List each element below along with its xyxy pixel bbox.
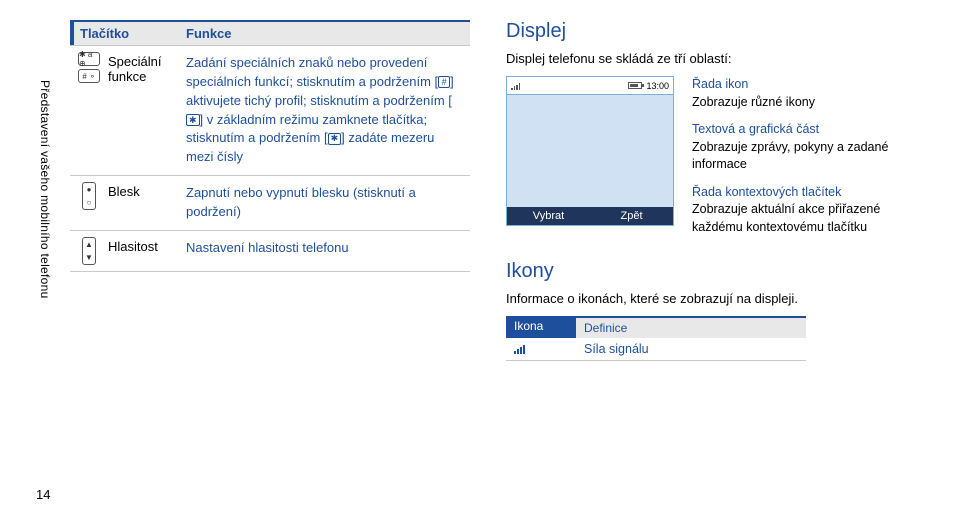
- th-button: Tlačítko: [70, 20, 180, 45]
- mini-cell-icon: [506, 338, 576, 360]
- signal-strength-icon: [514, 344, 525, 354]
- status-right: 13:00: [628, 81, 669, 91]
- row-label: Hlasitost: [104, 231, 180, 271]
- page-number: 14: [36, 487, 50, 502]
- mini-th-icon: Ikona: [506, 316, 576, 338]
- flash-on-icon: ●: [87, 185, 92, 194]
- phone-softkeys: Vybrat Zpět: [507, 207, 673, 225]
- signal-icon: [511, 82, 520, 90]
- hash-inline-icon: #: [438, 76, 450, 88]
- hash-key-icon: # ⚬: [78, 69, 100, 83]
- table-row: ● ○ Blesk Zapnutí nebo vypnutí blesku (s…: [70, 175, 470, 230]
- star-key-icon: ✱ a ⊕: [78, 52, 100, 66]
- legend-group: Řada ikon Zobrazuje různé ikony: [692, 76, 930, 111]
- mini-cell-def: Síla signálu: [576, 338, 806, 360]
- flash-key-icon: ● ○: [82, 182, 96, 210]
- row-label: Blesk: [104, 176, 180, 230]
- key-icons-cell: ▲ ▼: [70, 231, 104, 271]
- desc-text: Zadání speciálních znaků nebo provedení …: [186, 55, 438, 89]
- star-inline-icon: ✱: [186, 114, 200, 126]
- legend-title: Textová a grafická část: [692, 121, 930, 139]
- legend-title: Řada kontextových tlačítek: [692, 184, 930, 202]
- legend-desc: Zobrazuje zprávy, pokyny a zadané inform…: [692, 139, 930, 174]
- softkey-right: Zpět: [590, 207, 673, 225]
- phone-status-bar: 13:00: [507, 77, 673, 95]
- volume-key-icon: ▲ ▼: [82, 237, 96, 265]
- buttons-table: Tlačítko Funkce ✱ a ⊕ # ⚬ Speciální funk…: [70, 20, 470, 272]
- legend-desc: Zobrazuje různé ikony: [692, 94, 930, 112]
- row-label: Speciální funkce: [104, 46, 180, 175]
- display-explanation: 13:00 Vybrat Zpět Řada ikon Zobrazuje rů…: [506, 76, 930, 246]
- volume-up-icon: ▲: [85, 240, 93, 249]
- display-section: Displej Displej telefonu se skládá ze tř…: [506, 20, 930, 361]
- legend-group: Řada kontextových tlačítek Zobrazuje akt…: [692, 184, 930, 237]
- clock-time: 13:00: [646, 81, 669, 91]
- side-section-label: Představení vašeho mobilního telefonu: [38, 80, 52, 299]
- icons-heading: Ikony: [506, 260, 930, 283]
- mini-th-def: Definice: [576, 316, 806, 338]
- display-lead: Displej telefonu se skládá ze tří oblast…: [506, 51, 930, 66]
- table-header: Tlačítko Funkce: [70, 20, 470, 45]
- page-content: Tlačítko Funkce ✱ a ⊕ # ⚬ Speciální funk…: [70, 20, 930, 361]
- icons-lead: Informace o ikonách, které se zobrazují …: [506, 291, 930, 306]
- battery-icon: [628, 82, 642, 89]
- icons-mini-table: Ikona Definice Síla signálu: [506, 316, 806, 361]
- key-icons-cell: ✱ a ⊕ # ⚬: [70, 46, 104, 175]
- legend-desc: Zobrazuje aktuální akce přiřazené každém…: [692, 201, 930, 236]
- key-icons-cell: ● ○: [70, 176, 104, 230]
- phone-body-area: [507, 95, 673, 207]
- flash-off-icon: ○: [87, 198, 92, 207]
- legend-group: Textová a grafická část Zobrazuje zprávy…: [692, 121, 930, 174]
- row-description: Zapnutí nebo vypnutí blesku (stisknutí a…: [180, 176, 470, 230]
- star-inline-icon: ✱: [328, 133, 342, 145]
- buttons-table-section: Tlačítko Funkce ✱ a ⊕ # ⚬ Speciální funk…: [70, 20, 470, 361]
- mini-row: Síla signálu: [506, 338, 806, 361]
- row-description: Nastavení hlasitosti telefonu: [180, 231, 470, 271]
- th-function: Funkce: [180, 20, 470, 45]
- table-row: ✱ a ⊕ # ⚬ Speciální funkce Zadání speciá…: [70, 45, 470, 175]
- legend-title: Řada ikon: [692, 76, 930, 94]
- volume-down-icon: ▼: [85, 253, 93, 262]
- table-row: ▲ ▼ Hlasitost Nastavení hlasitosti telef…: [70, 230, 470, 272]
- display-legend: Řada ikon Zobrazuje různé ikony Textová …: [692, 76, 930, 246]
- row-description: Zadání speciálních znaků nebo provedení …: [180, 46, 470, 175]
- mini-header: Ikona Definice: [506, 316, 806, 338]
- softkey-left: Vybrat: [507, 207, 590, 225]
- display-heading: Displej: [506, 20, 930, 43]
- phone-display-mock: 13:00 Vybrat Zpět: [506, 76, 674, 226]
